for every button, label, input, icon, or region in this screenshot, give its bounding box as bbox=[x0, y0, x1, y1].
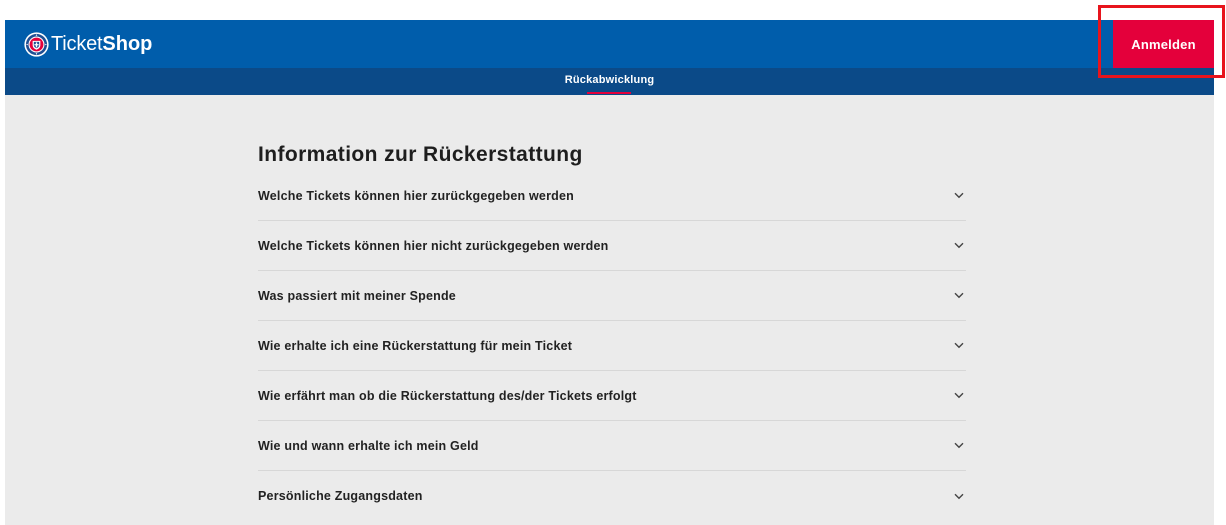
faq-item-label: Persönliche Zugangsdaten bbox=[258, 489, 423, 503]
faq-item[interactable]: Was passiert mit meiner Spende bbox=[258, 271, 966, 321]
faq-item[interactable]: Welche Tickets können hier nicht zurückg… bbox=[258, 221, 966, 271]
faq-item-label: Was passiert mit meiner Spende bbox=[258, 288, 456, 303]
logo-text-shop: Shop bbox=[102, 33, 153, 55]
faq-item[interactable]: Wie erhalte ich eine Rückerstattung für … bbox=[258, 321, 966, 371]
chevron-down-icon bbox=[954, 342, 964, 349]
faq-item[interactable]: Wie erfährt man ob die Rückerstattung de… bbox=[258, 371, 966, 421]
faq-item-label: Welche Tickets können hier zurückgegeben… bbox=[258, 188, 574, 203]
sub-navigation: Rückabwicklung bbox=[5, 68, 1214, 95]
logo-text-ticket: Ticket bbox=[51, 33, 103, 55]
faq-item-label: Wie erfährt man ob die Rückerstattung de… bbox=[258, 388, 637, 403]
logo-wordmark: TicketShop bbox=[51, 20, 152, 68]
login-button[interactable]: Anmelden bbox=[1113, 20, 1214, 68]
faq-item-label: Welche Tickets können hier nicht zurückg… bbox=[258, 238, 609, 253]
faq-item-label: Wie erhalte ich eine Rückerstattung für … bbox=[258, 338, 573, 353]
tab-label: Rückabwicklung bbox=[564, 74, 655, 86]
chevron-down-icon bbox=[954, 442, 964, 449]
refund-info-section: Information zur Rückerstattung Welche Ti… bbox=[258, 95, 966, 521]
faq-item[interactable]: Wie und wann erhalte ich mein Geld bbox=[258, 421, 966, 471]
page: TicketShop Anmelden Rückabwicklung Infor… bbox=[5, 20, 1214, 525]
chevron-down-icon bbox=[954, 242, 964, 249]
faq-item[interactable]: Persönliche Zugangsdaten bbox=[258, 471, 966, 521]
main-content: Information zur Rückerstattung Welche Ti… bbox=[5, 95, 1214, 525]
tab-rueckabwicklung[interactable]: Rückabwicklung bbox=[565, 68, 655, 95]
faq-item[interactable]: Welche Tickets können hier zurückgegeben… bbox=[258, 171, 966, 221]
faq-accordion: Welche Tickets können hier zurückgegeben… bbox=[258, 171, 966, 521]
chevron-down-icon bbox=[954, 192, 964, 199]
chevron-down-icon bbox=[954, 292, 964, 299]
faq-item-label: Wie und wann erhalte ich mein Geld bbox=[258, 438, 479, 453]
club-emblem-icon bbox=[24, 31, 49, 57]
chevron-down-icon bbox=[954, 493, 964, 500]
active-tab-indicator bbox=[587, 92, 632, 94]
chevron-down-icon bbox=[954, 392, 964, 399]
top-header: TicketShop Anmelden bbox=[5, 20, 1214, 68]
ticketshop-logo[interactable]: TicketShop bbox=[24, 20, 152, 68]
page-title: Information zur Rückerstattung bbox=[258, 143, 583, 166]
